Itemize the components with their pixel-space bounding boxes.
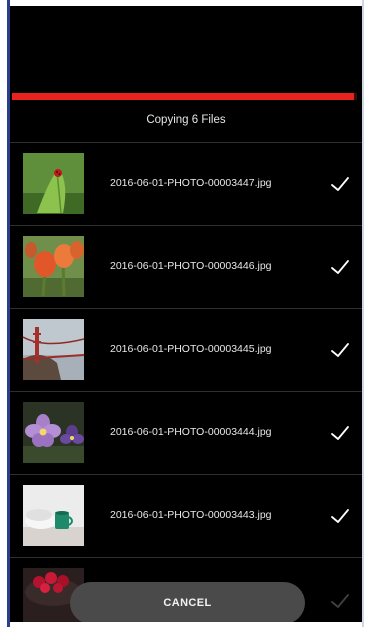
bridge-thumbnail-image (23, 319, 84, 380)
thumbnail-purple-flowers (23, 402, 84, 463)
file-name: 2016-06-01-PHOTO-00003447.jpg (110, 177, 272, 189)
thumbnail-mug (23, 485, 84, 546)
copy-progress-fill (12, 93, 354, 100)
file-row[interactable]: 2016-06-01-PHOTO-00003445.jpg (10, 309, 362, 392)
file-row[interactable]: 2016-06-01-PHOTO-00003446.jpg (10, 226, 362, 309)
file-name: 2016-06-01-PHOTO-00003443.jpg (110, 509, 272, 521)
file-row[interactable]: 2016-06-01-PHOTO-00003447.jpg (10, 143, 362, 226)
checkmark-icon (331, 177, 349, 191)
copy-progress-bar (12, 93, 357, 100)
file-name: 2016-06-01-PHOTO-00003445.jpg (110, 343, 272, 355)
file-list[interactable]: 2016-06-01-PHOTO-00003447.jpg 2016-06-01… (10, 143, 362, 622)
checkmark-icon (331, 343, 349, 357)
checkmark-icon (331, 509, 349, 523)
window-border-right (362, 0, 364, 627)
checkmark-icon (331, 426, 349, 440)
checkmark-icon (331, 594, 349, 608)
copy-status-text: Copying 6 Files (146, 114, 226, 126)
file-row[interactable]: 2016-06-01-PHOTO-00003443.jpg (10, 475, 362, 558)
file-name: 2016-06-01-PHOTO-00003444.jpg (110, 426, 272, 438)
mug-thumbnail-image (23, 485, 84, 546)
thumbnail-bridge (23, 319, 84, 380)
copy-dialog: Copying 6 Files 2016-06-01-PHOTO-0000344… (10, 6, 362, 622)
file-name: 2016-06-01-PHOTO-00003446.jpg (110, 260, 272, 272)
screen: Copying 6 Files 2016-06-01-PHOTO-0000344… (0, 0, 369, 627)
file-row[interactable]: 2016-06-01-PHOTO-00003444.jpg (10, 392, 362, 475)
tulips-thumbnail-image (23, 236, 84, 297)
purple-flowers-thumbnail-image (23, 402, 84, 463)
cancel-button[interactable]: CANCEL (70, 582, 305, 622)
thumbnail-ladybug (23, 153, 84, 214)
checkmark-icon (331, 260, 349, 274)
ladybug-thumbnail-image (23, 153, 84, 214)
thumbnail-tulips (23, 236, 84, 297)
